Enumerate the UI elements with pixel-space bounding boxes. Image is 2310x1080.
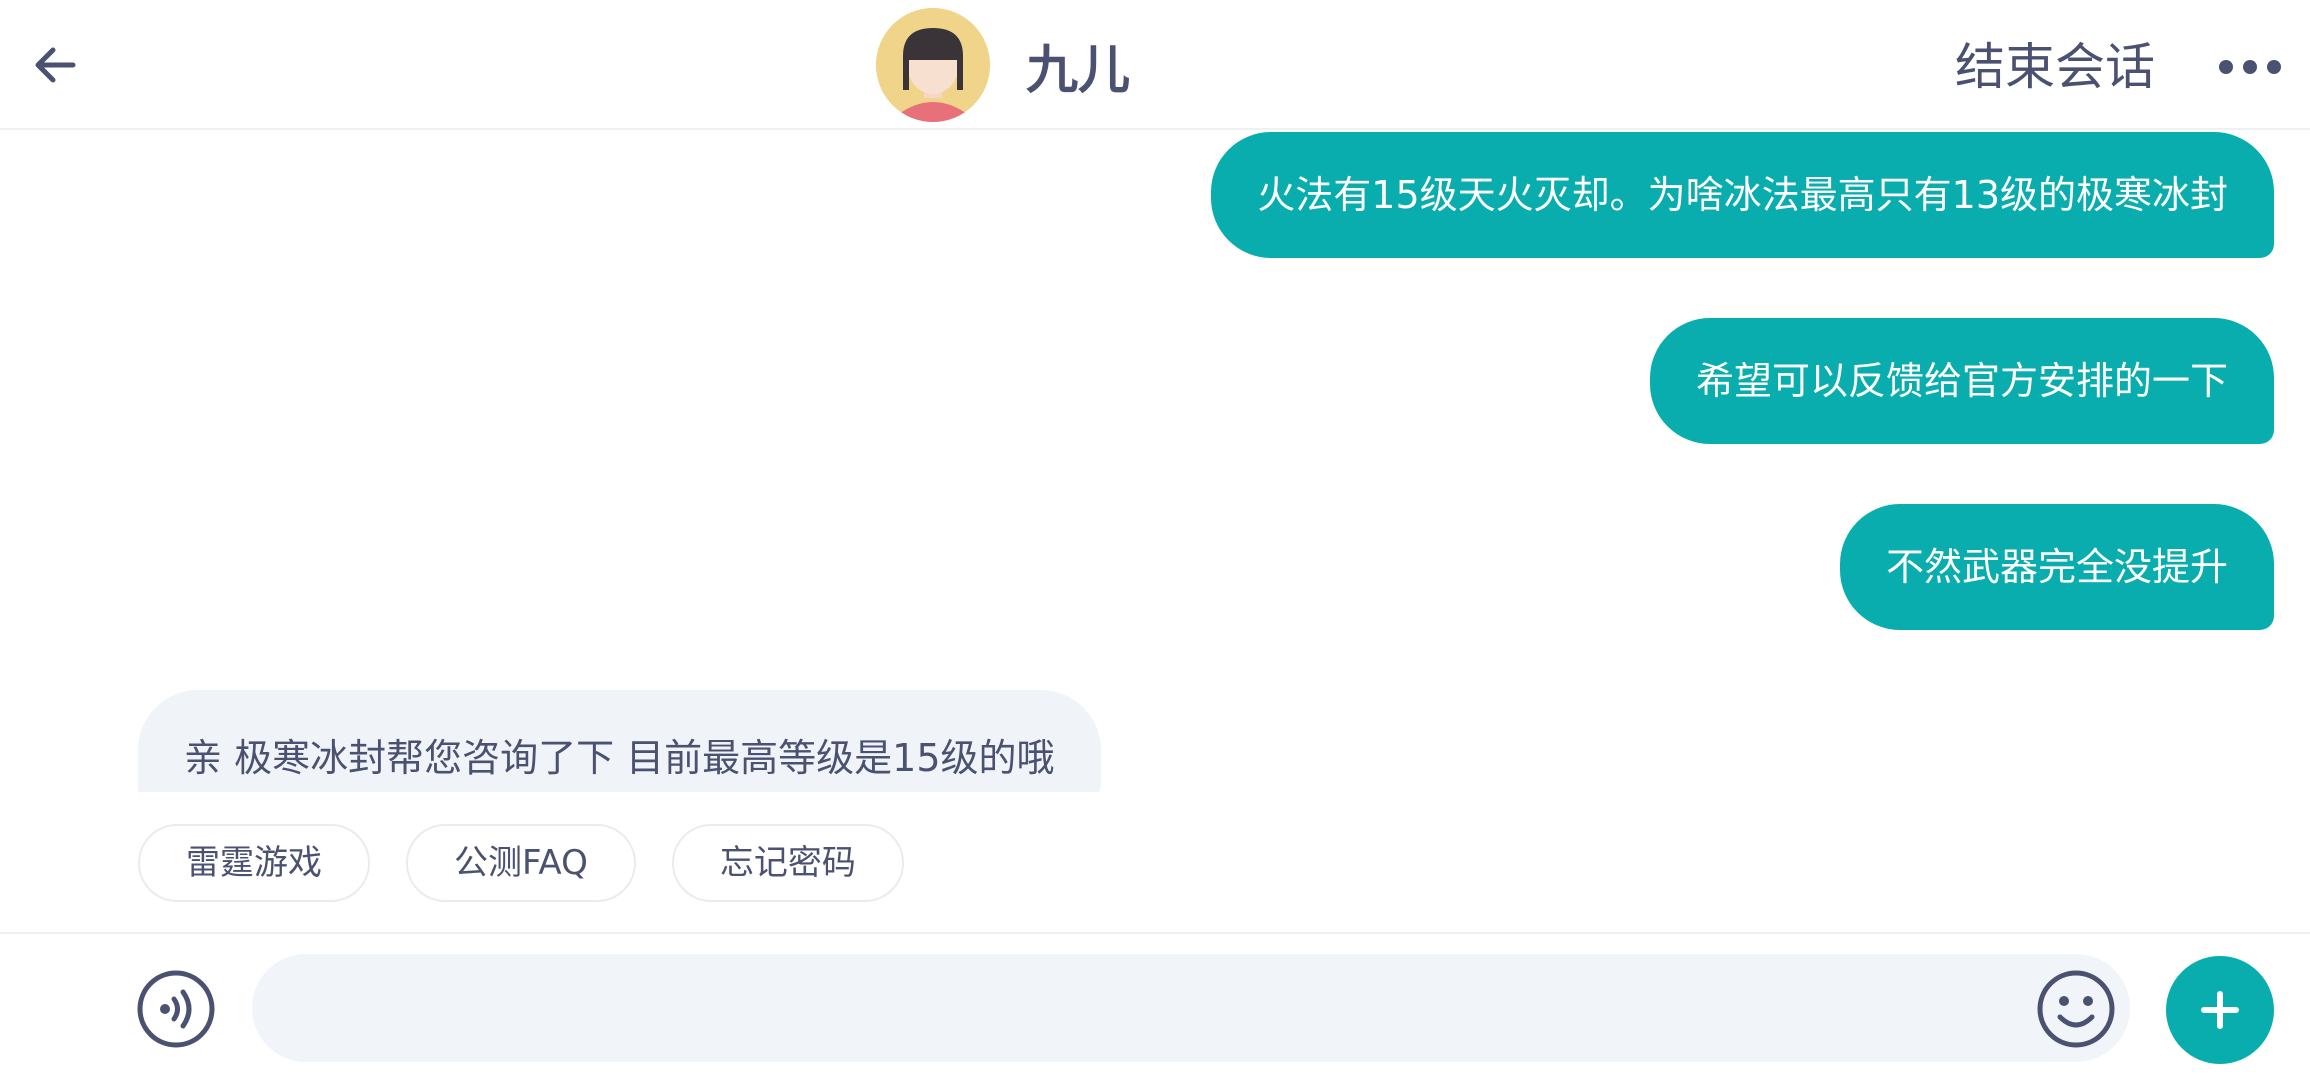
quick-reply-row: 雷霆游戏 公测FAQ 忘记密码 xyxy=(138,824,904,902)
quick-reply-chip[interactable]: 雷霆游戏 xyxy=(138,824,370,902)
more-dots-icon xyxy=(2243,60,2257,74)
incoming-message[interactable]: 亲 极寒冰封帮您咨询了下 目前最高等级是15级的哦 xyxy=(138,690,1101,792)
chat-header: 九儿 结束会话 xyxy=(0,0,2310,130)
outgoing-message[interactable]: 火法有15级天火灭却。为啥冰法最高只有13级的极寒冰封 xyxy=(1211,132,2274,258)
quick-reply-chip[interactable]: 忘记密码 xyxy=(671,824,904,902)
message-list[interactable]: 火法有15级天火灭却。为啥冰法最高只有13级的极寒冰封 希望可以反馈给官方安排的… xyxy=(0,132,2310,792)
more-button[interactable] xyxy=(2210,32,2290,102)
voice-button[interactable] xyxy=(136,969,216,1049)
arrow-left-icon xyxy=(35,47,76,83)
agent-name: 九儿 xyxy=(1026,40,1131,101)
back-button[interactable] xyxy=(20,30,90,100)
end-chat-button[interactable]: 结束会话 xyxy=(1955,32,2155,102)
voice-icon xyxy=(137,970,215,1048)
message-input[interactable] xyxy=(252,954,2130,1062)
agent-info: 九儿 xyxy=(876,8,1130,122)
emoji-button[interactable] xyxy=(2036,969,2116,1049)
input-bar xyxy=(0,932,2310,1080)
more-dots-icon xyxy=(2267,60,2281,74)
outgoing-message[interactable]: 希望可以反馈给官方安排的一下 xyxy=(1649,318,2274,444)
agent-avatar-image xyxy=(876,8,990,122)
quick-reply-chip[interactable]: 公测FAQ xyxy=(406,824,636,902)
plus-button[interactable] xyxy=(2166,956,2274,1064)
outgoing-message[interactable]: 不然武器完全没提升 xyxy=(1839,504,2274,630)
emoji-icon xyxy=(2037,970,2115,1048)
more-dots-icon xyxy=(2219,60,2233,74)
plus-icon xyxy=(2201,991,2239,1029)
avatar[interactable] xyxy=(876,8,990,122)
